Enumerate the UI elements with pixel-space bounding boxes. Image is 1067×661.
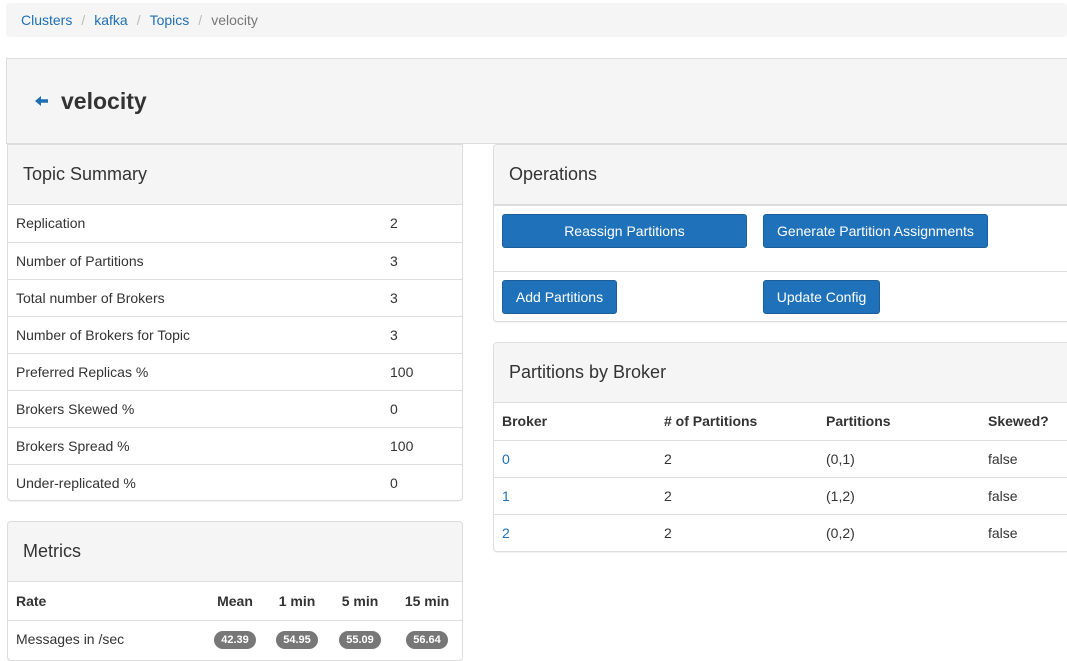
partitions-table: Broker # of Partitions Partitions Skewed… [494, 403, 1067, 551]
summary-label: Brokers Skewed % [16, 400, 135, 417]
skewed-value: false [988, 524, 1018, 541]
metrics-panel: Metrics Rate Mean 1 min 5 min 15 min Mes… [7, 521, 463, 661]
table-row: Brokers Skewed % 0 [8, 390, 462, 427]
topic-summary-table: Replication 2 Number of Partitions 3 Tot… [8, 205, 462, 500]
summary-value: 100 [390, 437, 414, 454]
table-row: 1 2 (1,2) false [494, 477, 1067, 514]
broker-link[interactable]: 1 [502, 488, 510, 504]
summary-value: 3 [390, 326, 398, 343]
table-row: Preferred Replicas % 100 [8, 353, 462, 390]
table-row: Total number of Brokers 3 [8, 279, 462, 316]
summary-value: 0 [390, 400, 398, 417]
column-header: # of Partitions [664, 413, 758, 430]
panel-title: Metrics [8, 522, 462, 582]
summary-label: Replication [16, 215, 86, 232]
summary-label: Number of Brokers for Topic [16, 326, 191, 343]
summary-value: 3 [390, 289, 398, 306]
column-header: Skewed? [988, 413, 1049, 430]
summary-value: 0 [390, 474, 398, 491]
table-header-row: Broker # of Partitions Partitions Skewed… [494, 403, 1067, 440]
table-row: 0 2 (0,1) false [494, 440, 1067, 477]
table-row: Replication 2 [8, 205, 462, 242]
table-row: 2 2 (0,2) false [494, 514, 1067, 551]
topic-summary-panel: Topic Summary Replication 2 Number of Pa… [7, 144, 463, 501]
column-header: Mean [217, 592, 253, 609]
breadcrumb-separator: / [198, 12, 203, 28]
panel-title: Partitions by Broker [494, 343, 1067, 403]
broker-link[interactable]: 2 [502, 525, 510, 541]
column-header: 15 min [404, 592, 450, 609]
summary-value: 100 [390, 363, 414, 380]
breadcrumb-kafka[interactable]: kafka [94, 12, 127, 28]
reassign-partitions-button[interactable]: Reassign Partitions [502, 214, 747, 248]
broker-link[interactable]: 0 [502, 451, 510, 467]
table-row: Under-replicated % 0 [8, 464, 462, 500]
breadcrumb-separator: / [136, 12, 141, 28]
partition-count: 2 [664, 487, 672, 504]
column-header: Rate [16, 592, 47, 609]
metric-badge: 42.39 [214, 630, 256, 649]
summary-value: 3 [390, 252, 398, 269]
column-header: Partitions [826, 413, 891, 430]
column-header: 1 min [278, 592, 316, 609]
summary-label: Total number of Brokers [16, 289, 165, 306]
summary-value: 2 [390, 215, 398, 232]
partition-count: 2 [664, 450, 672, 467]
breadcrumb-clusters[interactable]: Clusters [21, 12, 72, 28]
panel-title: Topic Summary [8, 145, 462, 205]
partitions-by-broker-panel: Partitions by Broker Broker # of Partiti… [493, 342, 1067, 552]
summary-label: Brokers Spread % [16, 437, 130, 454]
partition-count: 2 [664, 524, 672, 541]
breadcrumb-topics[interactable]: Topics [150, 12, 190, 28]
metric-label: Messages in /sec [16, 631, 125, 648]
arrow-left-icon[interactable] [33, 92, 51, 110]
metrics-table: Rate Mean 1 min 5 min 15 min Messages in… [8, 582, 462, 658]
breadcrumb: Clusters / kafka / Topics / velocity [6, 3, 1067, 37]
column-header: Broker [502, 413, 548, 430]
table-row: Number of Brokers for Topic 3 [8, 316, 462, 353]
metric-badge: 54.95 [276, 630, 318, 649]
summary-label: Under-replicated % [16, 474, 136, 491]
table-header-row: Rate Mean 1 min 5 min 15 min [8, 582, 462, 620]
page-header: velocity [6, 58, 1067, 144]
add-partitions-button[interactable]: Add Partitions [502, 280, 617, 314]
metric-badge: 56.64 [406, 630, 448, 649]
panel-title: Operations [494, 145, 1067, 205]
operations-panel: Operations Reassign Partitions Generate … [493, 144, 1067, 322]
summary-label: Preferred Replicas % [16, 363, 149, 380]
column-header: 5 min [341, 592, 379, 609]
summary-label: Number of Partitions [16, 252, 144, 269]
update-config-button[interactable]: Update Config [763, 280, 880, 314]
page-title: velocity [61, 87, 147, 114]
partition-list: (0,1) [826, 450, 855, 467]
metric-badge: 55.09 [339, 630, 381, 649]
partition-list: (1,2) [826, 487, 855, 504]
generate-partition-assignments-button[interactable]: Generate Partition Assignments [763, 214, 988, 248]
operations-row: Add Partitions Update Config [494, 271, 1067, 321]
skewed-value: false [988, 450, 1018, 467]
breadcrumb-separator: / [81, 12, 86, 28]
partition-list: (0,2) [826, 524, 855, 541]
operations-row: Reassign Partitions Generate Partition A… [494, 205, 1067, 271]
breadcrumb-current: velocity [211, 12, 258, 28]
table-row: Number of Partitions 3 [8, 242, 462, 279]
skewed-value: false [988, 487, 1018, 504]
table-row: Brokers Spread % 100 [8, 427, 462, 464]
table-row: Messages in /sec 42.39 54.95 55.09 56.64 [8, 620, 462, 658]
